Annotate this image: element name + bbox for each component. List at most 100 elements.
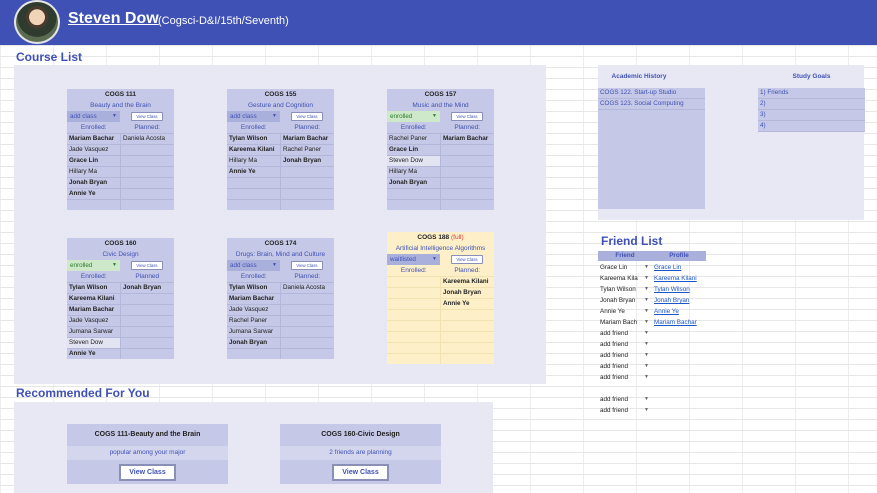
friend-profile-link[interactable]: Tylan Wilson [652, 284, 706, 295]
enrolled-student[interactable]: Tylan Wilson [227, 134, 281, 144]
planned-student[interactable] [281, 178, 334, 188]
planned-student[interactable] [281, 167, 334, 177]
planned-student[interactable] [281, 294, 334, 304]
enrolled-student[interactable] [387, 288, 441, 298]
friend-select[interactable]: add friend ▼ [598, 361, 652, 372]
planned-student[interactable]: Mariam Bachar [281, 134, 334, 144]
friend-profile-link[interactable]: Grace Lin [652, 262, 706, 273]
enrolled-student[interactable] [227, 189, 281, 199]
friend-select[interactable]: add friend ▼ [598, 328, 652, 339]
planned-student[interactable] [441, 310, 494, 320]
avatar[interactable] [14, 0, 60, 44]
friend-profile-link[interactable]: Annie Ye [652, 306, 706, 317]
view-class-button[interactable]: View Class [332, 464, 389, 481]
planned-student[interactable]: Jonah Bryan [281, 156, 334, 166]
planned-student[interactable]: Daniela Acosta [121, 134, 174, 144]
planned-student[interactable]: Jonah Bryan [121, 283, 174, 293]
enrolled-student[interactable]: Jade Vasquez [67, 316, 121, 326]
enrolled-student[interactable]: Jonah Bryan [227, 338, 281, 348]
enrolled-student[interactable]: Kareema Kilani [67, 294, 121, 304]
friend-profile-link[interactable]: Jonah Bryan [652, 295, 706, 306]
planned-student[interactable] [281, 305, 334, 315]
user-name-link[interactable]: Steven Dow [68, 10, 159, 28]
enrolled-student[interactable]: Mariam Bachar [227, 294, 281, 304]
planned-student[interactable]: Kareema Kilani [441, 277, 494, 287]
planned-student[interactable]: Daniela Acosta [281, 283, 334, 293]
planned-student[interactable] [121, 145, 174, 155]
planned-student[interactable] [281, 338, 334, 348]
enrolled-student[interactable]: Jade Vasquez [227, 305, 281, 315]
planned-student[interactable] [121, 327, 174, 337]
friend-select[interactable]: Annie Ye ▼ [598, 306, 652, 317]
planned-student[interactable] [441, 321, 494, 331]
enrolled-student[interactable]: Rachel Paner [227, 316, 281, 326]
enrollment-status-select[interactable]: enrolled ▼ [67, 260, 120, 271]
friend-select[interactable]: add friend ▼ [598, 350, 652, 361]
planned-student[interactable] [281, 200, 334, 210]
friend-select[interactable]: Mariam Bach ▼ [598, 317, 652, 328]
enrolled-student[interactable]: Jonah Bryan [387, 178, 441, 188]
planned-student[interactable] [121, 178, 174, 188]
enrolled-student[interactable]: Jumana Sarwar [227, 327, 281, 337]
planned-student[interactable] [121, 167, 174, 177]
planned-student[interactable] [441, 343, 494, 353]
enrolled-student[interactable] [387, 354, 441, 364]
friend-profile-link[interactable] [652, 350, 706, 361]
history-item[interactable]: COGS 123. Social Computing [598, 99, 705, 110]
goal-item[interactable]: 1) Friends [758, 88, 865, 99]
friend-select[interactable]: add friend ▼ [598, 405, 652, 416]
planned-student[interactable] [441, 178, 494, 188]
planned-student[interactable] [441, 332, 494, 342]
view-class-button[interactable]: View Class [451, 255, 483, 264]
planned-student[interactable] [121, 200, 174, 210]
friend-select[interactable]: add friend ▼ [598, 339, 652, 350]
friend-select[interactable]: Kareema Kila ▼ [598, 273, 652, 284]
enrolled-student[interactable]: Hillary Ma [227, 156, 281, 166]
enrolled-student[interactable] [387, 277, 441, 287]
enrollment-status-select[interactable]: add class ▼ [67, 111, 120, 122]
enrolled-student[interactable]: Jade Vasquez [67, 145, 121, 155]
enrolled-student[interactable]: Annie Ye [67, 189, 121, 199]
planned-student[interactable] [281, 327, 334, 337]
friend-select[interactable]: Grace Lin ▼ [598, 262, 652, 273]
friend-select[interactable]: add friend ▼ [598, 394, 652, 405]
enrolled-student[interactable]: Hillary Ma [387, 167, 441, 177]
friend-select[interactable]: add friend ▼ [598, 372, 652, 383]
enrolled-student[interactable]: Tylan Wilson [227, 283, 281, 293]
enrolled-student[interactable] [387, 321, 441, 331]
view-class-button[interactable]: View Class [131, 261, 163, 270]
enrolled-student[interactable]: Jumana Sarwar [67, 327, 121, 337]
enrolled-student[interactable] [387, 200, 441, 210]
friend-profile-link[interactable] [652, 405, 706, 416]
planned-student[interactable]: Annie Ye [441, 299, 494, 309]
planned-student[interactable] [281, 316, 334, 326]
friend-profile-link[interactable] [652, 361, 706, 372]
goal-item[interactable]: 2) [758, 99, 865, 110]
planned-student[interactable]: Jonah Bryan [441, 288, 494, 298]
enrolled-student[interactable] [227, 178, 281, 188]
planned-student[interactable] [441, 145, 494, 155]
view-class-button[interactable]: View Class [119, 464, 176, 481]
planned-student[interactable] [441, 354, 494, 364]
friend-profile-link[interactable]: Mariam Bachar [652, 317, 706, 328]
view-class-button[interactable]: View Class [451, 112, 483, 121]
friend-profile-link[interactable] [652, 372, 706, 383]
planned-student[interactable]: Mariam Bachar [441, 134, 494, 144]
planned-student[interactable] [121, 338, 174, 348]
friend-profile-link[interactable] [652, 339, 706, 350]
friend-profile-link[interactable] [652, 383, 706, 394]
friend-select[interactable]: Jonah Bryan ▼ [598, 295, 652, 306]
planned-student[interactable] [441, 200, 494, 210]
planned-student[interactable] [121, 349, 174, 359]
planned-student[interactable] [121, 305, 174, 315]
enrolled-student[interactable]: Mariam Bachar [67, 305, 121, 315]
enrolled-student[interactable]: Steven Dow [67, 338, 121, 348]
enrolled-student[interactable]: Hillary Ma [67, 167, 121, 177]
enrollment-status-select[interactable]: add class ▼ [227, 111, 280, 122]
view-class-button[interactable]: View Class [291, 112, 323, 121]
enrolled-student[interactable]: Annie Ye [67, 349, 121, 359]
enrolled-student[interactable]: Tylan Wilson [67, 283, 121, 293]
enrolled-student[interactable]: Steven Dow [387, 156, 441, 166]
view-class-button[interactable]: View Class [131, 112, 163, 121]
planned-student[interactable] [121, 156, 174, 166]
